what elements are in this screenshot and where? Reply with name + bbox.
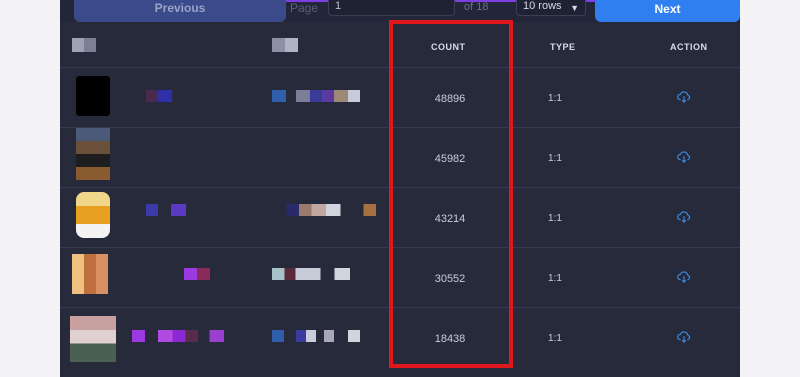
count-cell: 18438 [434, 333, 466, 345]
row-thumbnail [72, 254, 108, 294]
table-row[interactable]: 45982 1:1 [60, 127, 740, 189]
redacted-text [146, 90, 172, 102]
next-button[interactable]: Next [595, 0, 740, 22]
row-thumbnail [76, 128, 110, 180]
type-cell: 1:1 [548, 273, 562, 284]
page-total-label: of 18 [464, 1, 489, 13]
type-cell: 1:1 [548, 333, 562, 344]
count-cell: 43214 [434, 213, 466, 225]
redacted-text [184, 268, 210, 280]
cloud-download-icon[interactable] [677, 151, 691, 163]
column-header-count: COUNT [431, 42, 466, 52]
table-row[interactable]: 48896 1:1 [60, 67, 740, 129]
table-row[interactable]: 30552 1:1 [60, 247, 740, 309]
page-number-input[interactable]: 1 [328, 0, 455, 16]
cloud-download-icon[interactable] [677, 331, 691, 343]
cloud-download-icon[interactable] [677, 91, 691, 103]
rows-per-page-select[interactable]: 10 rows ▼ [516, 0, 586, 16]
row-thumbnail [76, 192, 110, 238]
previous-button[interactable]: Previous [74, 0, 286, 22]
rows-per-page-value: 10 rows [523, 0, 562, 12]
type-cell: 1:1 [548, 213, 562, 224]
type-cell: 1:1 [548, 93, 562, 104]
column-header-redacted-2 [272, 38, 298, 52]
redacted-text [132, 330, 224, 342]
page-label: Page [290, 1, 319, 15]
column-header-action: ACTION [670, 42, 708, 52]
count-cell: 48896 [434, 93, 466, 105]
cloud-download-icon[interactable] [677, 271, 691, 283]
count-cell: 30552 [434, 273, 466, 285]
redacted-text [272, 204, 376, 216]
column-header-redacted-1 [72, 38, 96, 52]
type-cell: 1:1 [548, 153, 562, 164]
cloud-download-icon[interactable] [677, 211, 691, 223]
redacted-text [272, 268, 350, 280]
column-header-type: TYPE [550, 42, 576, 52]
redacted-text [272, 90, 372, 102]
table-row[interactable]: 18438 1:1 [60, 307, 740, 369]
table-row[interactable]: 43214 1:1 [60, 187, 740, 249]
row-thumbnail [76, 76, 110, 116]
results-table-panel: Previous Page 1 of 18 10 rows ▼ Next COU… [60, 0, 740, 377]
chevron-down-icon: ▼ [570, 3, 579, 13]
row-thumbnail [70, 316, 116, 362]
count-cell: 45982 [434, 153, 466, 165]
redacted-text [272, 330, 372, 342]
redacted-text [146, 204, 186, 216]
